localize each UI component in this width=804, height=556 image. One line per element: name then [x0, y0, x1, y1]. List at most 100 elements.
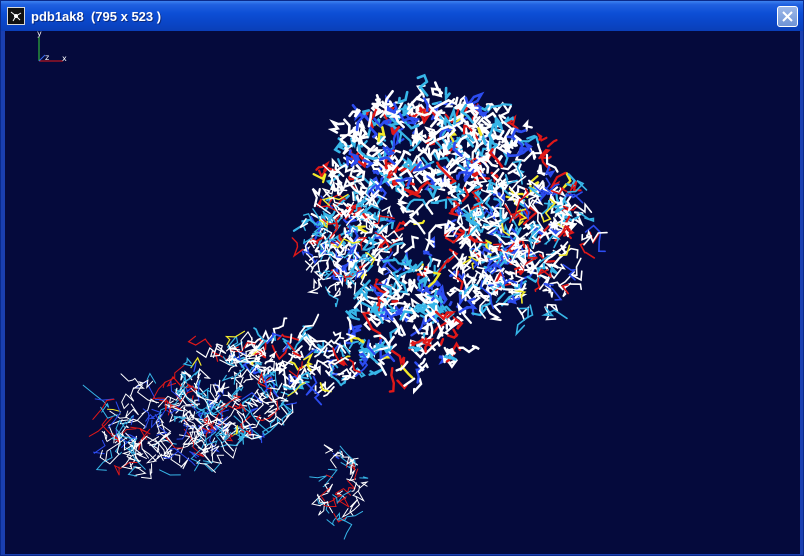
bond-segment: [146, 372, 157, 384]
bond-segment: [323, 444, 334, 454]
bond-segment: [326, 282, 337, 293]
bond-segment: [388, 367, 396, 393]
bond-segment: [478, 111, 489, 118]
bond-segment: [414, 93, 423, 102]
bond-segment: [211, 454, 225, 465]
molecule-viewport[interactable]: y z x: [5, 31, 800, 554]
bond-segment: [182, 357, 193, 367]
bond-segment: [309, 475, 327, 482]
bond-segment: [327, 119, 345, 134]
bond-segment: [408, 345, 418, 350]
bond-segment: [386, 230, 403, 240]
bond-segment: [409, 203, 426, 235]
bond-segment: [359, 476, 369, 479]
bond-segment: [444, 86, 451, 102]
bond-segment: [424, 195, 441, 215]
close-button[interactable]: [777, 6, 798, 27]
bond-segment: [428, 255, 433, 268]
bond-segment: [447, 328, 459, 339]
bond-segment: [337, 496, 350, 508]
bond-segment: [458, 344, 480, 354]
bond-segment: [221, 374, 234, 382]
bond-segment: [272, 317, 288, 337]
bond-segment: [368, 368, 383, 376]
bond-segment: [322, 468, 338, 488]
axis-y-label: y: [37, 31, 42, 38]
bond-segment: [291, 237, 304, 258]
viewer-window: pdb1ak8 (795 x 523 ) y z x: [0, 0, 804, 556]
molecule-app-icon[interactable]: [7, 7, 25, 25]
bond-segment: [397, 90, 409, 105]
axis-x-label: x: [62, 54, 67, 63]
bond-segment: [570, 283, 582, 291]
axis-indicator: y z x: [37, 31, 67, 63]
bond-segment: [404, 235, 419, 253]
bond-segment: [374, 362, 388, 376]
bond-segment: [209, 383, 217, 401]
bond-segment: [187, 335, 212, 348]
bond-segment: [312, 278, 317, 289]
bond-segment: [567, 202, 593, 214]
bond-segment: [152, 381, 174, 409]
bond-segment: [125, 403, 139, 418]
bond-segment: [504, 173, 518, 185]
bond-segment: [180, 457, 190, 470]
bond-segment: [430, 198, 448, 209]
bond-segment: [390, 349, 406, 367]
bond-segment: [412, 278, 419, 290]
bond-segment: [434, 310, 457, 321]
bond-segment: [232, 425, 238, 436]
bond-segment: [448, 300, 453, 307]
bond-segment: [434, 109, 446, 115]
bond-segment: [439, 337, 445, 346]
bond-segment: [404, 198, 429, 212]
bond-segment: [391, 300, 399, 303]
bond-segment: [335, 281, 342, 286]
axis-z-label: z: [45, 53, 49, 62]
bond-segment: [391, 269, 411, 283]
bond-segment: [323, 347, 330, 359]
bond-segment: [197, 367, 212, 379]
bond-segment: [92, 439, 106, 455]
bond-segment: [330, 362, 340, 383]
bond-segment: [398, 130, 413, 146]
bond-segment: [427, 184, 441, 200]
title-bar[interactable]: pdb1ak8 (795 x 523 ): [1, 1, 803, 31]
bond-segment: [446, 287, 458, 297]
bond-segment: [536, 132, 548, 142]
bond-segment: [260, 433, 265, 444]
bond-segment: [430, 87, 443, 98]
bond-segment: [546, 139, 558, 148]
bond-segment: [504, 270, 512, 276]
bond-segment: [121, 393, 135, 410]
bond-segment: [578, 211, 595, 223]
molecule-canvas[interactable]: y z x: [5, 31, 800, 554]
close-icon: [782, 11, 793, 22]
bond-segment: [337, 519, 353, 540]
bond-segment: [559, 271, 575, 286]
bond-segment: [332, 490, 352, 505]
bond-segment: [159, 469, 181, 476]
bond-segment: [346, 316, 352, 331]
protein-structure[interactable]: [82, 73, 608, 540]
bond-segment: [403, 377, 416, 387]
bond-segment: [130, 383, 145, 396]
bond-segment: [338, 367, 352, 377]
window-title: pdb1ak8 (795 x 523 ): [31, 8, 162, 24]
bond-segment: [176, 424, 189, 440]
bond-segment: [285, 401, 297, 406]
bond-segment: [228, 364, 237, 373]
bond-segment: [579, 242, 596, 259]
bond-segment: [299, 313, 320, 335]
bond-segment: [392, 220, 408, 234]
bond-segment: [341, 263, 349, 273]
bond-segment: [120, 373, 141, 387]
bond-segment: [464, 91, 485, 108]
bond-segment: [542, 288, 554, 298]
bond-segment: [422, 250, 433, 257]
bond-segment: [312, 173, 327, 184]
bond-segment: [396, 198, 409, 210]
bond-segment: [244, 348, 255, 363]
bond-segment: [233, 371, 244, 389]
bond-segment: [419, 357, 426, 366]
